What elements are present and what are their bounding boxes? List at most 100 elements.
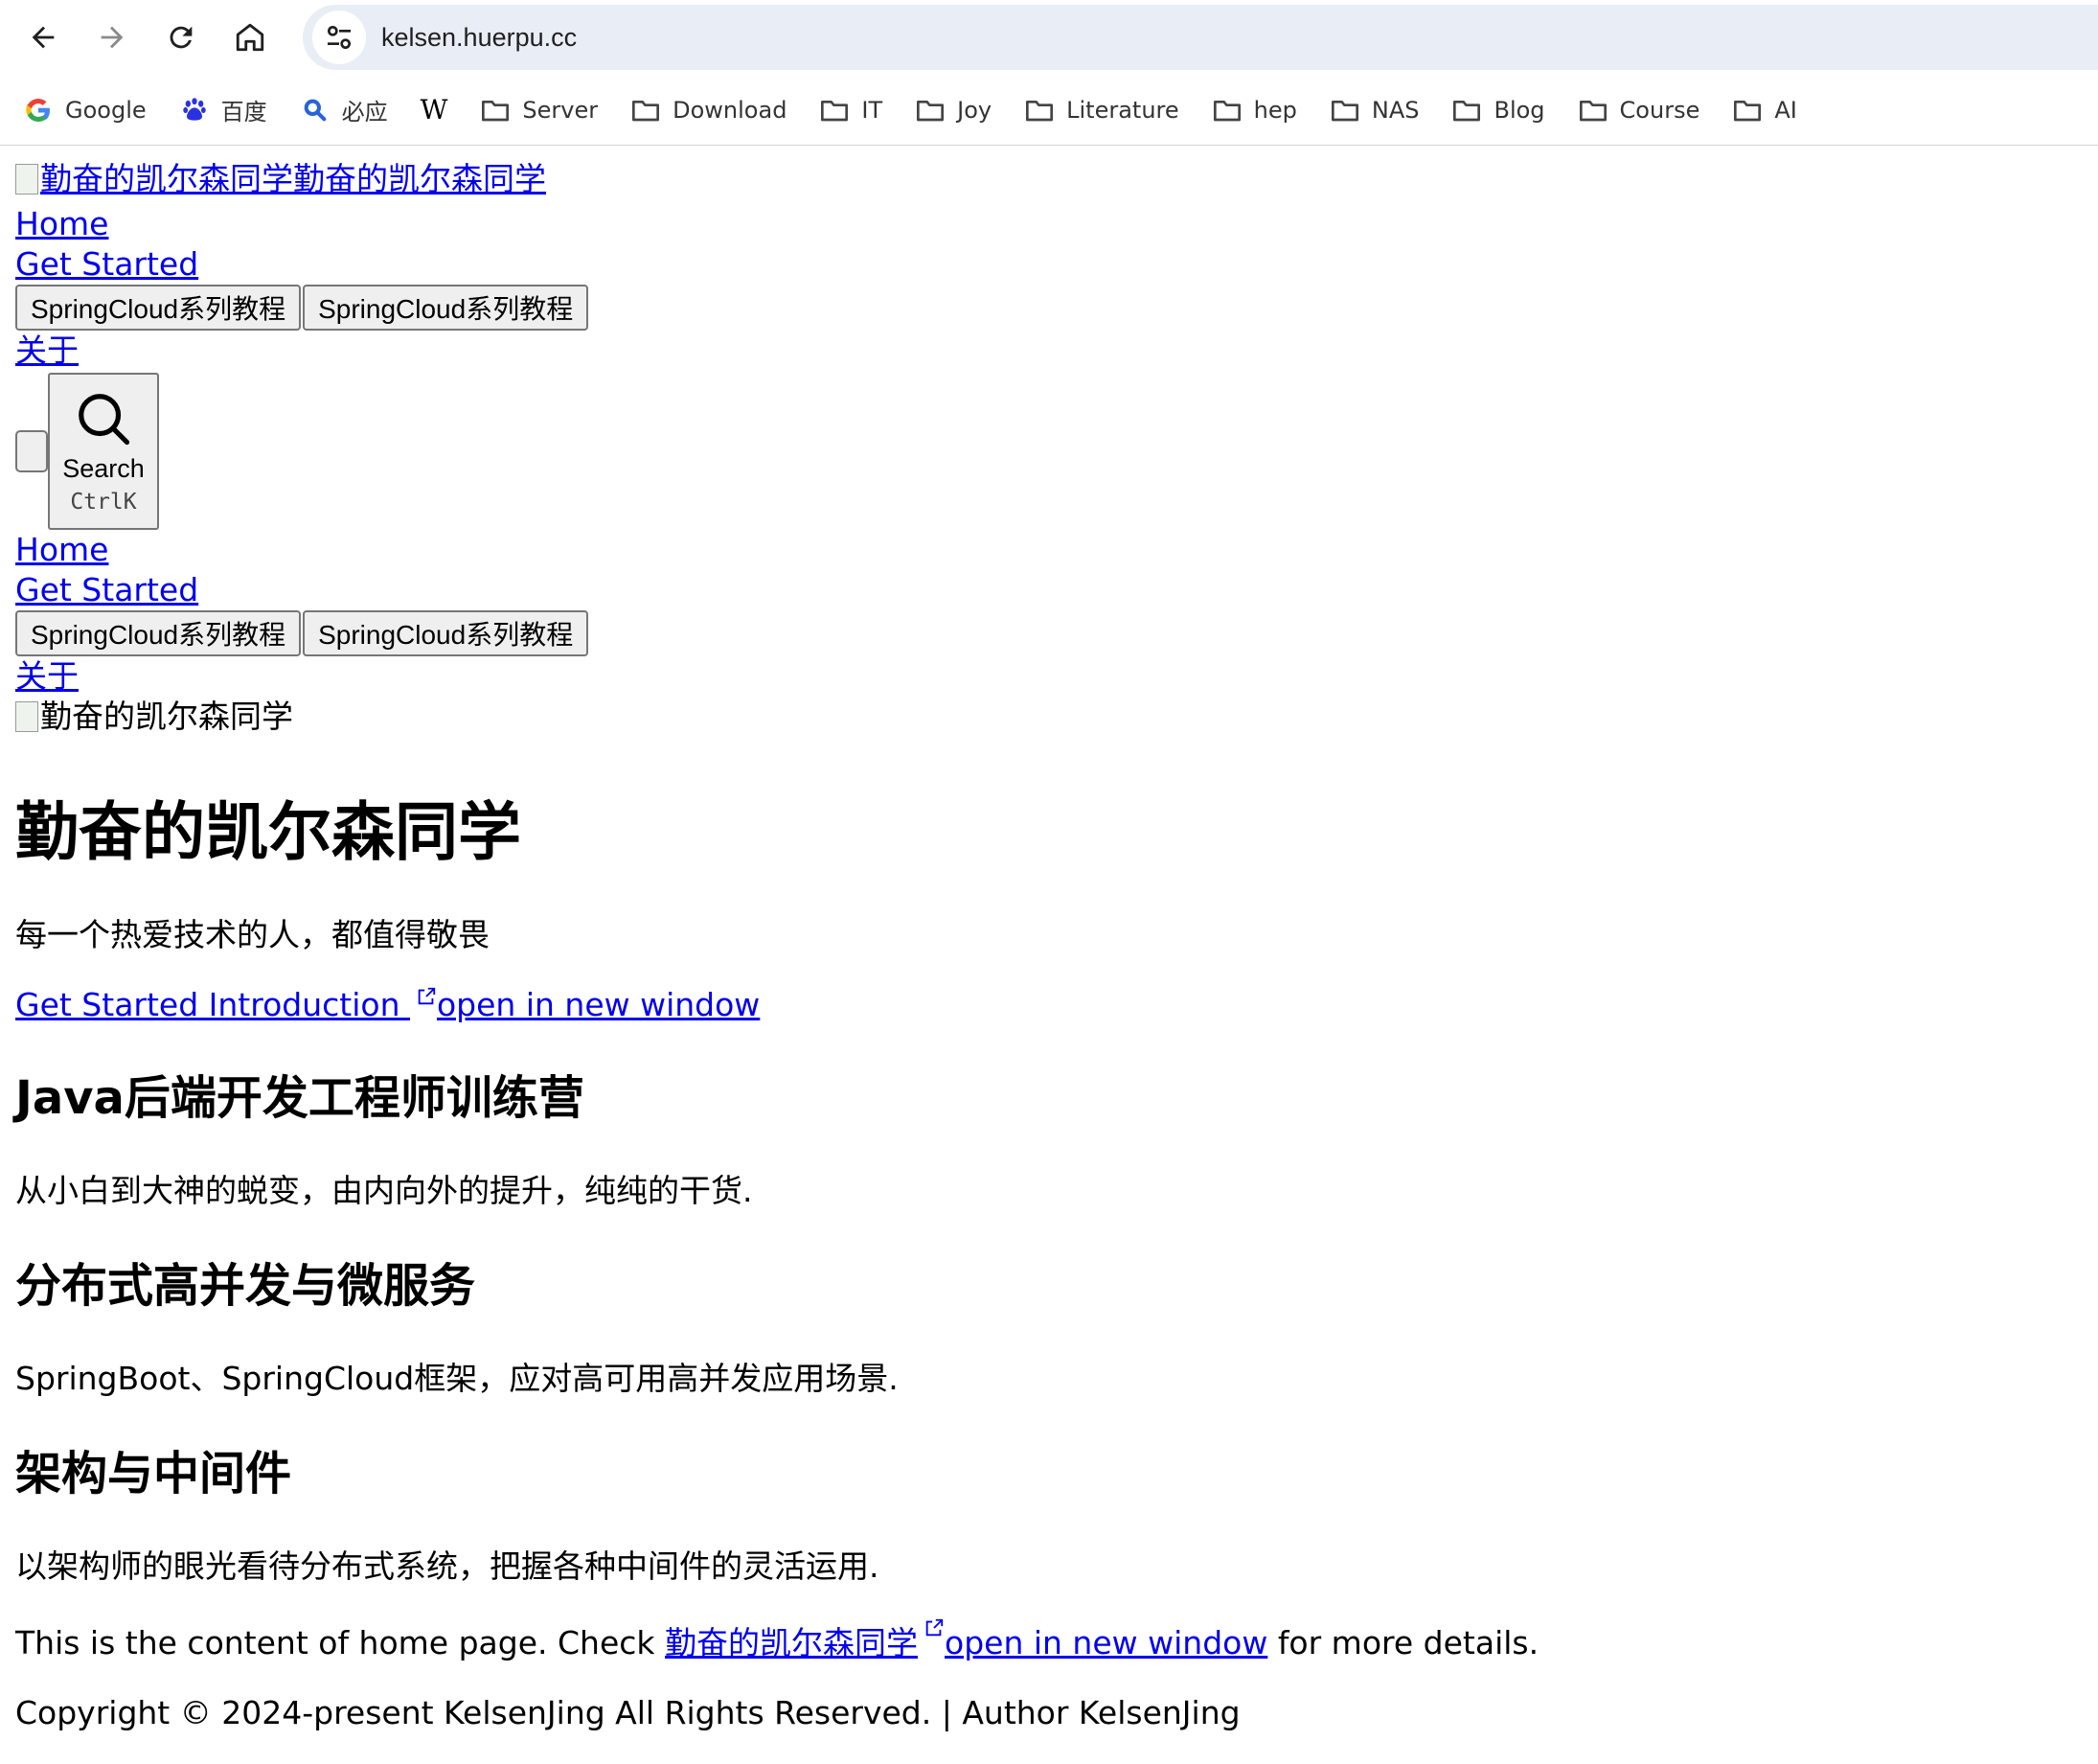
folder-icon bbox=[480, 95, 511, 126]
address-bar[interactable]: kelsen.huerpu.cc bbox=[303, 5, 2098, 70]
bookmark-label: NAS bbox=[1371, 96, 1420, 124]
bookmark-label: Literature bbox=[1066, 96, 1179, 124]
hero-image-alt: 勤奋的凯尔森同学 bbox=[40, 698, 293, 735]
back-arrow-icon bbox=[32, 26, 55, 49]
reload-button[interactable] bbox=[151, 8, 211, 67]
bookmark-wikipedia[interactable]: W bbox=[421, 94, 448, 126]
home-icon bbox=[236, 23, 264, 52]
site-info-button[interactable] bbox=[312, 11, 366, 64]
folder-icon bbox=[1732, 95, 1763, 126]
search-shortcut: CtrlK bbox=[70, 489, 137, 515]
bookmark-folder-nas[interactable]: NAS bbox=[1330, 95, 1420, 126]
nav-dropdown-row: SpringCloud系列教程 SpringCloud系列教程 bbox=[15, 285, 2083, 331]
sidebar-dropdown-button[interactable]: SpringCloud系列教程 bbox=[303, 610, 589, 656]
sidebar-about-link[interactable]: 关于 bbox=[15, 657, 79, 695]
folder-icon bbox=[915, 95, 946, 126]
bookmark-label: Blog bbox=[1494, 96, 1545, 124]
search-row: Search CtrlK bbox=[15, 373, 2083, 530]
site-logo-link[interactable]: 勤奋的凯尔森同学 勤奋的凯尔森同学 bbox=[15, 159, 546, 199]
bookmark-folder-course[interactable]: Course bbox=[1578, 95, 1700, 126]
bookmark-label: Course bbox=[1619, 96, 1700, 124]
open-new-window-text: open in new window bbox=[945, 1624, 1268, 1661]
footer-note-prefix: This is the content of home page. Check bbox=[15, 1624, 665, 1661]
bookmark-bing[interactable]: 必应 bbox=[300, 93, 388, 126]
wikipedia-w-icon: W bbox=[420, 94, 448, 126]
reload-icon bbox=[170, 26, 193, 49]
folder-icon bbox=[1578, 95, 1608, 126]
bookmark-label: 必应 bbox=[341, 99, 388, 126]
open-new-window-text: open in new window bbox=[436, 986, 761, 1023]
tune-icon bbox=[328, 25, 351, 49]
footer-author-link[interactable]: 勤奋的凯尔森同学 open in new window bbox=[665, 1618, 1268, 1661]
get-started-introduction-link[interactable]: Get Started Introduction open in new win… bbox=[15, 986, 760, 1023]
forward-arrow-icon bbox=[101, 26, 124, 49]
bookmark-folder-download[interactable]: Download bbox=[630, 95, 787, 126]
home-button[interactable] bbox=[220, 8, 280, 67]
bookmark-baidu[interactable]: 百度 bbox=[179, 93, 267, 126]
external-link-icon bbox=[925, 1618, 944, 1637]
broken-image-icon bbox=[15, 164, 38, 195]
feature-title: 架构与中间件 bbox=[15, 1447, 292, 1501]
footer-note-suffix: for more details. bbox=[1267, 1624, 1539, 1661]
sidebar-home-link[interactable]: Home bbox=[15, 531, 108, 568]
feature-details: SpringBoot、SpringCloud框架，应对高可用高并发应用场景. bbox=[15, 1360, 899, 1397]
folder-icon bbox=[1451, 95, 1482, 126]
search-icon bbox=[79, 393, 130, 445]
footer-note: This is the content of home page. Check … bbox=[15, 1617, 2083, 1663]
hero-image: 勤奋的凯尔森同学 bbox=[15, 697, 293, 737]
nav-get-started-link[interactable]: Get Started bbox=[15, 245, 198, 283]
site-logo-link-row: 勤奋的凯尔森同学 勤奋的凯尔森同学 bbox=[15, 159, 2083, 204]
hero-title: 勤奋的凯尔森同学 bbox=[15, 795, 521, 869]
hero-tagline: 每一个热爱技术的人，都值得敬畏 bbox=[15, 916, 490, 953]
bookmark-label: AI bbox=[1774, 96, 1797, 124]
feature-details: 从小白到大神的蜕变，由内向外的提升，纯纯的干货. bbox=[15, 1172, 753, 1209]
footer-link-text: 勤奋的凯尔森同学 bbox=[665, 1624, 918, 1661]
folder-icon bbox=[1024, 95, 1055, 126]
bing-search-icon bbox=[300, 95, 331, 126]
logo-alt-text: 勤奋的凯尔森同学 bbox=[40, 160, 293, 197]
sidebar-dropdown-button[interactable]: SpringCloud系列教程 bbox=[15, 610, 302, 656]
bookmark-label: Joy bbox=[957, 96, 992, 124]
bookmark-folder-ai[interactable]: AI bbox=[1732, 95, 1797, 126]
site-name: 勤奋的凯尔森同学 bbox=[293, 160, 546, 197]
action-link-text: Get Started Introduction bbox=[15, 986, 410, 1023]
bookmark-label: Server bbox=[522, 96, 599, 124]
bookmarks-bar: Google 百度 必应 W Server Download IT Joy Li… bbox=[0, 75, 2098, 146]
bookmark-folder-blog[interactable]: Blog bbox=[1451, 95, 1545, 126]
folder-icon bbox=[819, 95, 850, 126]
bookmark-label: 百度 bbox=[220, 99, 267, 126]
browser-toolbar: kelsen.huerpu.cc bbox=[0, 0, 2098, 75]
menu-toggle-checkbox[interactable] bbox=[15, 430, 48, 472]
bookmark-label: Google bbox=[65, 96, 147, 124]
search-button[interactable]: Search CtrlK bbox=[48, 373, 159, 530]
bookmark-folder-literature[interactable]: Literature bbox=[1024, 95, 1179, 126]
bookmark-google[interactable]: Google bbox=[23, 95, 147, 126]
bookmark-folder-it[interactable]: IT bbox=[819, 95, 882, 126]
page-content: 勤奋的凯尔森同学 勤奋的凯尔森同学 Home Get Started Spring… bbox=[0, 146, 2098, 1731]
back-button[interactable] bbox=[13, 8, 73, 67]
bookmark-folder-joy[interactable]: Joy bbox=[915, 95, 992, 126]
copyright: Copyright © 2024-present KelsenJing All … bbox=[15, 1694, 1241, 1731]
feature-title: Java后端开发工程师训练营 bbox=[15, 1071, 584, 1125]
broken-image-icon bbox=[15, 701, 38, 732]
forward-button[interactable] bbox=[82, 8, 142, 67]
sidebar-get-started-link[interactable]: Get Started bbox=[15, 571, 198, 608]
sidebar-dropdown-row: SpringCloud系列教程 SpringCloud系列教程 bbox=[15, 610, 2083, 656]
folder-icon bbox=[1212, 95, 1243, 126]
nav-dropdown-button[interactable]: SpringCloud系列教程 bbox=[15, 285, 302, 331]
baidu-paw-icon bbox=[179, 95, 210, 126]
bookmark-folder-server[interactable]: Server bbox=[480, 95, 598, 126]
external-link-icon bbox=[418, 987, 436, 1005]
nav-home-link[interactable]: Home bbox=[15, 205, 108, 242]
feature-title: 分布式高并发与微服务 bbox=[15, 1259, 476, 1313]
google-icon bbox=[23, 95, 54, 126]
folder-icon bbox=[630, 95, 661, 126]
search-label: Search bbox=[62, 453, 145, 483]
bookmark-label: IT bbox=[861, 96, 883, 124]
nav-dropdown-button[interactable]: SpringCloud系列教程 bbox=[303, 285, 589, 331]
folder-icon bbox=[1330, 95, 1360, 126]
url-text[interactable]: kelsen.huerpu.cc bbox=[381, 23, 577, 53]
bookmark-folder-hep[interactable]: hep bbox=[1212, 95, 1297, 126]
feature-details: 以架构师的眼光看待分布式系统，把握各种中间件的灵活运用. bbox=[15, 1547, 879, 1585]
nav-about-link[interactable]: 关于 bbox=[15, 332, 79, 369]
